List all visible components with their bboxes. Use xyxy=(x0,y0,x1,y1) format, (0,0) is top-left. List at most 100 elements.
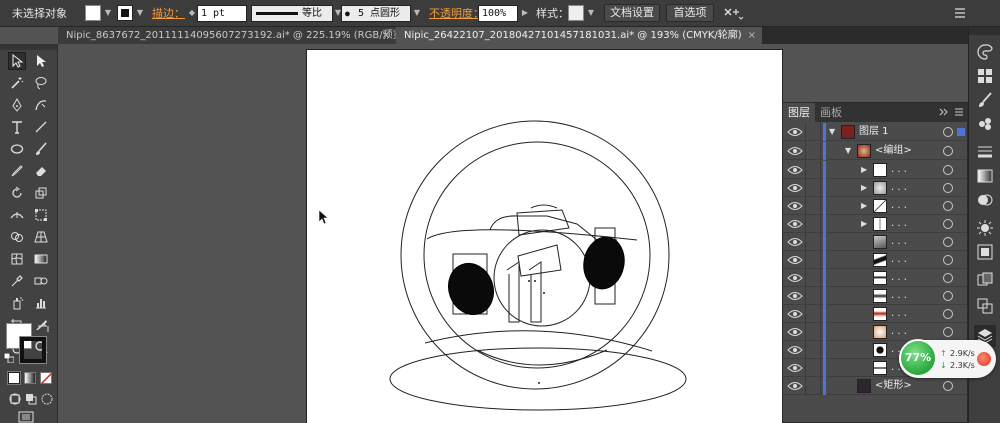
item-expand-icon[interactable]: ▶ xyxy=(861,215,867,233)
symbols-panel-icon[interactable] xyxy=(976,115,994,133)
artboards-panel-icon[interactable] xyxy=(976,271,994,289)
brush-dropdown[interactable]: ▼ xyxy=(412,4,422,22)
type-tool-icon[interactable] xyxy=(8,118,26,136)
gradient-mode-icon[interactable] xyxy=(24,372,36,384)
mesh-tool-icon[interactable] xyxy=(8,250,26,268)
panel-collapse-icon[interactable] xyxy=(938,106,950,118)
layer-row-item[interactable]: ▶ . . . xyxy=(783,179,967,197)
fill-dropdown[interactable]: ▼ xyxy=(103,4,113,22)
document-setup-button[interactable]: 文档设置 xyxy=(604,4,660,22)
visibility-eye-icon[interactable] xyxy=(787,254,803,266)
opacity-field[interactable]: 100% xyxy=(478,5,518,22)
dock-grip[interactable] xyxy=(969,27,1000,35)
visibility-eye-icon[interactable] xyxy=(787,362,803,374)
width-tool-icon[interactable] xyxy=(8,206,26,224)
lock-toggle[interactable] xyxy=(805,251,821,269)
none-mode-icon[interactable] xyxy=(40,372,53,385)
arrange-documents-icon[interactable] xyxy=(722,6,744,22)
tab-document-1[interactable]: Nipic_8637672_20111114095607273192.ai* @… xyxy=(58,27,407,44)
layer-row-item[interactable]: . . . xyxy=(783,323,967,341)
brush-select[interactable]: ● 5 点圆形 xyxy=(341,5,411,22)
curvature-tool-icon[interactable] xyxy=(32,96,50,114)
rotate-tool-icon[interactable] xyxy=(8,184,26,202)
line-tool-icon[interactable] xyxy=(32,118,50,136)
visibility-eye-icon[interactable] xyxy=(787,326,803,338)
draw-inside-icon[interactable] xyxy=(40,392,54,406)
paintbrush-tool-icon[interactable] xyxy=(32,140,50,158)
pencil-tool-icon[interactable] xyxy=(8,162,26,180)
default-fill-stroke-icon[interactable] xyxy=(3,352,15,364)
control-panel-menu-icon[interactable] xyxy=(953,6,967,20)
lasso-tool-icon[interactable] xyxy=(32,74,50,92)
visibility-eye-icon[interactable] xyxy=(787,164,803,176)
artboard[interactable] xyxy=(306,49,783,423)
eraser-tool-icon[interactable] xyxy=(32,162,50,180)
target-circle-icon[interactable] xyxy=(943,381,953,391)
transparency-panel-icon[interactable] xyxy=(976,191,994,209)
lock-toggle[interactable] xyxy=(805,179,821,197)
target-circle-icon[interactable] xyxy=(943,201,953,211)
network-speed-widget[interactable]: 77% ↑ 2.9K/s ↓ 2.3K/s xyxy=(899,339,996,378)
selection-tool-icon[interactable] xyxy=(8,52,26,70)
layer-row-rectangle[interactable]: <矩形> xyxy=(783,377,967,395)
eyedropper-tool-icon[interactable] xyxy=(8,272,26,290)
stroke-dropdown[interactable]: ▼ xyxy=(135,4,145,22)
lock-toggle[interactable] xyxy=(805,142,821,160)
stroke-weight-field[interactable]: 1 pt xyxy=(197,5,247,22)
layer-row-item[interactable]: . . . xyxy=(783,251,967,269)
layer-row-item[interactable]: ▶ . . . xyxy=(783,161,967,179)
tools-panel-grip[interactable] xyxy=(0,44,57,50)
visibility-eye-icon[interactable] xyxy=(787,218,803,230)
layer-row-group[interactable]: ▼ <编组> xyxy=(783,142,967,160)
magic-wand-tool-icon[interactable] xyxy=(8,74,26,92)
visibility-eye-icon[interactable] xyxy=(787,236,803,248)
lock-toggle[interactable] xyxy=(805,197,821,215)
visibility-eye-icon[interactable] xyxy=(787,272,803,284)
blend-tool-icon[interactable] xyxy=(32,272,50,290)
lock-toggle[interactable] xyxy=(805,215,821,233)
lock-toggle[interactable] xyxy=(805,233,821,251)
target-circle-icon[interactable] xyxy=(943,146,953,156)
group-expand-icon[interactable]: ▼ xyxy=(845,142,851,160)
target-circle-icon[interactable] xyxy=(943,127,953,137)
style-swatch[interactable] xyxy=(568,5,584,21)
target-circle-icon[interactable] xyxy=(943,237,953,247)
lock-toggle[interactable] xyxy=(805,377,821,395)
opacity-label[interactable]: 不透明度： xyxy=(429,0,484,27)
visibility-eye-icon[interactable] xyxy=(787,380,803,392)
draw-normal-icon[interactable] xyxy=(8,392,22,406)
stroke-weight-stepper[interactable]: ◆ xyxy=(187,4,197,22)
memory-usage-badge[interactable]: 77% xyxy=(899,339,937,377)
artwork-outline[interactable] xyxy=(307,50,784,423)
stroke-swatch[interactable] xyxy=(117,5,133,21)
lock-toggle[interactable] xyxy=(805,269,821,287)
symbol-sprayer-tool-icon[interactable] xyxy=(8,294,26,312)
swatches-panel-icon[interactable] xyxy=(976,67,994,85)
target-circle-icon[interactable] xyxy=(943,183,953,193)
color-mode-icon[interactable] xyxy=(7,371,21,385)
layer-row-item[interactable]: ▶ . . . xyxy=(783,197,967,215)
lock-toggle[interactable] xyxy=(805,287,821,305)
item-expand-icon[interactable]: ▶ xyxy=(861,179,867,197)
item-expand-icon[interactable]: ▶ xyxy=(861,161,867,179)
draw-behind-icon[interactable] xyxy=(24,392,38,406)
screen-mode-icon[interactable] xyxy=(18,411,36,423)
visibility-eye-icon[interactable] xyxy=(787,308,803,320)
visibility-eye-icon[interactable] xyxy=(787,200,803,212)
swap-fill-stroke-icon[interactable] xyxy=(36,323,50,335)
item-expand-icon[interactable]: ▶ xyxy=(861,197,867,215)
layer-row-item[interactable]: ▶ . . . xyxy=(783,215,967,233)
style-dropdown[interactable]: ▼ xyxy=(586,4,596,22)
color-panel-icon[interactable] xyxy=(976,43,994,61)
target-circle-icon[interactable] xyxy=(943,327,953,337)
opacity-dropdown[interactable]: ▶ xyxy=(520,4,530,22)
target-circle-icon[interactable] xyxy=(943,219,953,229)
tab-document-2[interactable]: Nipic_26422107_20180427101457181031.ai* … xyxy=(396,27,762,44)
tab-layers[interactable]: 图层 xyxy=(783,103,815,122)
stroke-panel-icon[interactable] xyxy=(976,143,994,161)
lock-toggle[interactable] xyxy=(805,123,821,141)
lock-toggle[interactable] xyxy=(805,323,821,341)
panel-menu-icon[interactable] xyxy=(953,106,965,118)
appearance-panel-icon[interactable] xyxy=(976,219,994,237)
scale-tool-icon[interactable] xyxy=(32,184,50,202)
